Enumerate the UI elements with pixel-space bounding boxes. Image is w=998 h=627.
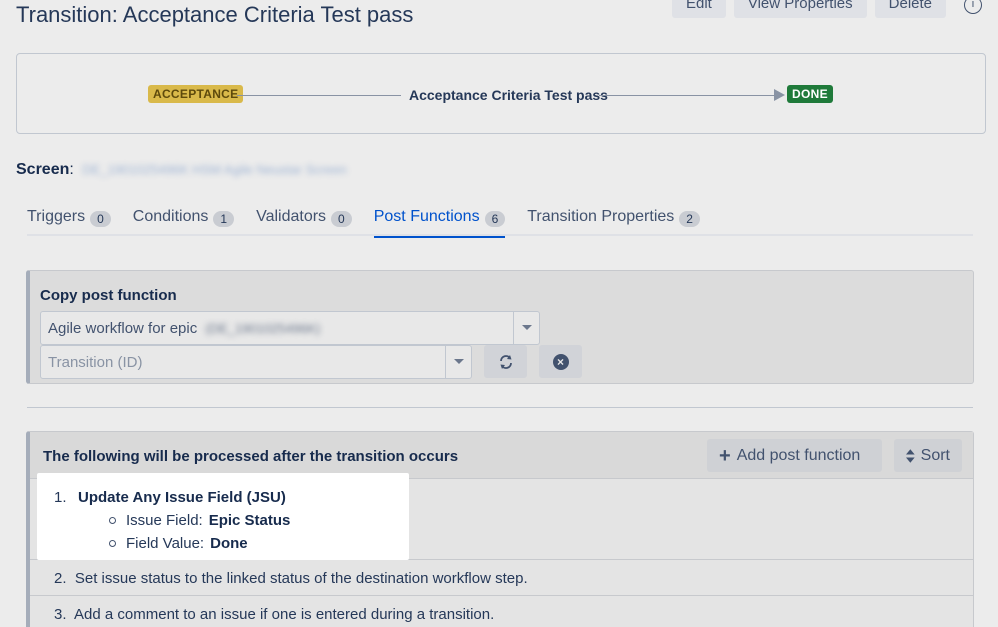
issue-field-row: Issue Field: Epic Status bbox=[109, 512, 290, 529]
add-post-function-label: Add post function bbox=[736, 446, 861, 464]
plus-icon: + bbox=[719, 444, 731, 467]
highlighted-post-function[interactable]: 1. Update Any Issue Field (JSU) Issue Fi… bbox=[37, 473, 409, 560]
bullet-icon bbox=[109, 517, 116, 524]
chevron-down-icon[interactable] bbox=[513, 312, 539, 344]
tab-label: Post Functions bbox=[373, 208, 480, 225]
clear-button[interactable]: × bbox=[539, 345, 582, 378]
bullet-icon bbox=[109, 540, 116, 547]
tab-transition-properties[interactable]: Transition Properties 2 bbox=[527, 208, 700, 236]
transition-name: Acceptance Criteria Test pass bbox=[409, 87, 608, 103]
page-title: Transition: Acceptance Criteria Test pas… bbox=[16, 2, 414, 27]
workflow-select-value: Agile workflow for epic bbox=[48, 320, 198, 337]
issue-field-label: Issue Field: bbox=[126, 512, 203, 529]
delete-button[interactable]: Delete bbox=[874, 0, 946, 18]
tab-label: Conditions bbox=[132, 208, 209, 225]
chevron-down-icon[interactable] bbox=[445, 346, 471, 378]
sort-icon bbox=[906, 448, 915, 463]
screen-value-link[interactable]: DE_1901025496K HSM Agile Neustar Screen bbox=[82, 162, 347, 177]
diagram-line-left bbox=[237, 95, 401, 96]
post-functions-header: The following will be processed after th… bbox=[30, 432, 973, 479]
screen-separator: : bbox=[69, 161, 74, 178]
arrow-head-icon bbox=[774, 89, 785, 101]
tab-label: Validators bbox=[256, 208, 327, 225]
list-item-text: Set issue status to the linked status of… bbox=[74, 570, 528, 587]
help-icon[interactable]: i bbox=[964, 0, 982, 14]
tab-post-functions[interactable]: Post Functions 6 bbox=[373, 208, 506, 238]
tab-count: 2 bbox=[679, 211, 700, 227]
workflow-select[interactable]: Agile workflow for epic (DE_1901025496K) bbox=[40, 311, 540, 345]
transition-select[interactable]: Transition (ID) bbox=[40, 345, 472, 379]
close-icon: × bbox=[552, 353, 569, 370]
divider bbox=[27, 407, 973, 408]
field-value-row: Field Value: Done bbox=[109, 535, 248, 552]
refresh-button[interactable] bbox=[484, 345, 527, 378]
sort-label: Sort bbox=[920, 446, 950, 464]
tab-label: Triggers bbox=[27, 208, 86, 225]
tab-validators[interactable]: Validators 0 bbox=[256, 208, 352, 236]
tab-bar: Triggers 0 Conditions 1 Validators 0 Pos… bbox=[27, 208, 973, 238]
page: Transition: Acceptance Criteria Test pas… bbox=[0, 0, 998, 627]
add-post-function-button[interactable]: + Add post function bbox=[707, 439, 882, 472]
list-item-text: Add a comment to an issue if one is ente… bbox=[74, 606, 495, 623]
list-item[interactable]: 3. Add a comment to an issue if one is e… bbox=[30, 595, 973, 627]
tab-count: 0 bbox=[90, 211, 111, 227]
diagram-line-right bbox=[599, 95, 775, 96]
issue-field-value: Epic Status bbox=[208, 512, 291, 529]
tab-count: 6 bbox=[484, 211, 506, 227]
post-functions-heading: The following will be processed after th… bbox=[43, 448, 459, 465]
workflow-select-blurred: (DE_1901025496K) bbox=[205, 321, 321, 336]
copy-post-function-panel: Copy post function Agile workflow for ep… bbox=[26, 270, 974, 384]
tab-conditions[interactable]: Conditions 1 bbox=[132, 208, 235, 236]
refresh-icon bbox=[499, 354, 512, 369]
from-status-lozenge: ACCEPTANCE bbox=[148, 85, 244, 103]
screen-row: Screen: DE_1901025496K HSM Agile Neustar… bbox=[16, 161, 347, 179]
post-function-title: Update Any Issue Field (JSU) bbox=[78, 489, 286, 506]
to-status-lozenge: DONE bbox=[787, 85, 833, 103]
list-item-number: 3. bbox=[54, 606, 67, 623]
header-actions: Edit View Properties Delete i bbox=[672, 0, 982, 18]
transition-diagram: ACCEPTANCE Acceptance Criteria Test pass… bbox=[16, 53, 986, 134]
list-item-number: 1. bbox=[54, 489, 67, 506]
tab-count: 0 bbox=[331, 211, 352, 227]
field-value-value: Done bbox=[210, 535, 248, 552]
view-properties-button[interactable]: View Properties bbox=[733, 0, 867, 18]
list-item-number: 2. bbox=[54, 570, 67, 587]
tab-triggers[interactable]: Triggers 0 bbox=[27, 208, 111, 236]
edit-button[interactable]: Edit bbox=[672, 0, 726, 18]
tab-label: Transition Properties bbox=[527, 208, 675, 225]
tab-count: 1 bbox=[213, 211, 235, 227]
sort-button[interactable]: Sort bbox=[894, 439, 962, 472]
transition-select-placeholder: Transition (ID) bbox=[48, 354, 143, 371]
field-value-label: Field Value: bbox=[126, 535, 205, 552]
list-item[interactable]: 2. Set issue status to the linked status… bbox=[30, 559, 973, 595]
screen-label: Screen bbox=[16, 161, 70, 178]
copy-panel-title: Copy post function bbox=[40, 287, 177, 304]
